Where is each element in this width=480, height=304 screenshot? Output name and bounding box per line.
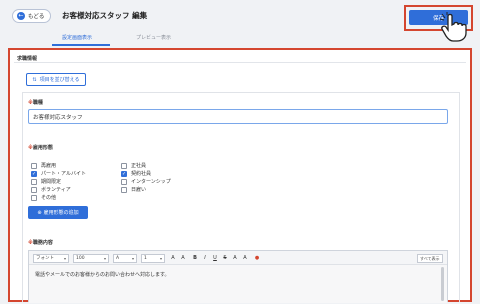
job-type-input[interactable]: お客様対応スタッフ bbox=[28, 109, 448, 124]
description-label: ※職務内容 bbox=[28, 239, 53, 246]
checkbox-part-time[interactable]: ✓ パート・アルバイト bbox=[31, 170, 86, 177]
superscript-button[interactable]: A bbox=[231, 254, 239, 263]
plus-icon: ⊕ bbox=[37, 209, 42, 216]
employment-label: ※雇用形態 bbox=[28, 144, 53, 151]
checkbox-label: インターンシップ bbox=[131, 179, 171, 185]
font-color-button[interactable]: A bbox=[169, 254, 177, 263]
checkbox-rehire[interactable]: 再雇用 bbox=[31, 162, 56, 169]
checkbox-box[interactable] bbox=[31, 194, 37, 201]
checkbox-box[interactable] bbox=[31, 178, 37, 185]
checkbox-label: 日雇い bbox=[131, 187, 147, 193]
swap-icon: ⇅ bbox=[32, 76, 37, 83]
checkbox-fixed-term[interactable]: 期間限定 bbox=[31, 178, 61, 185]
employment-label-text: 雇用形態 bbox=[32, 145, 53, 151]
checkbox-box[interactable] bbox=[31, 186, 37, 193]
checkbox-volunteer[interactable]: ボランティア bbox=[31, 186, 71, 193]
checkbox-box[interactable] bbox=[121, 186, 127, 193]
chevron-down-icon: ▾ bbox=[63, 255, 66, 261]
checkbox-internship[interactable]: インターンシップ bbox=[121, 178, 171, 185]
description-label-text: 職務内容 bbox=[32, 240, 53, 246]
font-select-value: フォント bbox=[36, 255, 54, 261]
rich-text-editor: フォント ▾ 100 ▾ A ▾ 1 ▾ A A B I U S A A ● すべて表示… bbox=[28, 250, 448, 303]
underline-button[interactable]: U bbox=[211, 254, 219, 263]
back-button[interactable]: ← もどる bbox=[12, 9, 52, 23]
checkbox-day-labor[interactable]: 日雇い bbox=[121, 186, 146, 193]
active-tab-indicator bbox=[52, 44, 110, 46]
line-height-select[interactable]: 1 ▾ bbox=[141, 253, 165, 263]
section-divider bbox=[14, 62, 466, 63]
size-select-value: 100 bbox=[76, 255, 85, 261]
checkbox-contract[interactable]: ✓ 契約社員 bbox=[121, 170, 151, 177]
checkbox-label: 再雇用 bbox=[41, 163, 57, 169]
add-employment-button[interactable]: ⊕ 雇用形態の追加 bbox=[28, 206, 88, 219]
line-height-value: 1 bbox=[144, 255, 147, 261]
strikethrough-button[interactable]: S bbox=[221, 254, 229, 263]
page-title: お客様対応スタッフ 編集 bbox=[62, 11, 148, 20]
checkbox-box[interactable] bbox=[31, 162, 37, 169]
style-select[interactable]: A ▾ bbox=[113, 253, 137, 263]
tab-settings-view[interactable]: 設定画面表示 bbox=[62, 34, 92, 41]
tab-preview[interactable]: プレビュー表示 bbox=[136, 34, 171, 41]
font-select[interactable]: フォント ▾ bbox=[33, 253, 69, 263]
checkbox-box-checked[interactable]: ✓ bbox=[121, 170, 127, 177]
checkbox-full-time[interactable]: 正社員 bbox=[121, 162, 146, 169]
checkbox-label: 契約社員 bbox=[131, 171, 152, 177]
job-type-label: ※職種 bbox=[28, 99, 43, 106]
checkbox-box-checked[interactable]: ✓ bbox=[31, 170, 37, 177]
chevron-down-icon: ▾ bbox=[131, 255, 134, 261]
chevron-down-icon: ▾ bbox=[159, 255, 162, 261]
arrow-left-icon: ← bbox=[17, 12, 25, 20]
pointer-hand-icon bbox=[439, 12, 467, 42]
checkbox-label: 期間限定 bbox=[41, 179, 62, 185]
reorder-label: 項目を並び替える bbox=[39, 77, 80, 83]
section-title: 求職情報 bbox=[17, 56, 38, 62]
bold-button[interactable]: B bbox=[191, 254, 199, 263]
editor-scrollbar[interactable] bbox=[441, 267, 444, 301]
back-label: もどる bbox=[28, 14, 45, 20]
checkbox-label: ボランティア bbox=[41, 187, 71, 193]
italic-button[interactable]: I bbox=[201, 254, 209, 263]
checkbox-label: 正社員 bbox=[131, 163, 147, 169]
show-all-button[interactable]: すべて表示 bbox=[417, 253, 443, 263]
view-tabs: 設定画面表示 プレビュー表示 bbox=[14, 30, 414, 46]
checkbox-label: その他 bbox=[41, 195, 57, 201]
color-palette-icon[interactable]: ● bbox=[253, 254, 261, 263]
checkbox-label: パート・アルバイト bbox=[41, 171, 86, 177]
size-select[interactable]: 100 ▾ bbox=[73, 253, 109, 263]
editor-toolbar: フォント ▾ 100 ▾ A ▾ 1 ▾ A A B I U S A A ● すべて表示 bbox=[29, 251, 447, 265]
job-type-label-text: 職種 bbox=[32, 100, 43, 106]
highlight-button[interactable]: A bbox=[179, 254, 187, 263]
description-text-area[interactable]: 電話やメールでのお客様からのお問い合わせへ対応します。 bbox=[29, 265, 447, 303]
checkbox-other[interactable]: その他 bbox=[31, 194, 56, 201]
style-select-value: A bbox=[116, 255, 120, 261]
reorder-button[interactable]: ⇅ 項目を並び替える bbox=[26, 73, 86, 86]
chevron-down-icon: ▾ bbox=[103, 255, 106, 261]
checkbox-box[interactable] bbox=[121, 178, 127, 185]
subscript-button[interactable]: A bbox=[241, 254, 249, 263]
add-employment-label: 雇用形態の追加 bbox=[43, 210, 79, 216]
checkbox-box[interactable] bbox=[121, 162, 127, 169]
